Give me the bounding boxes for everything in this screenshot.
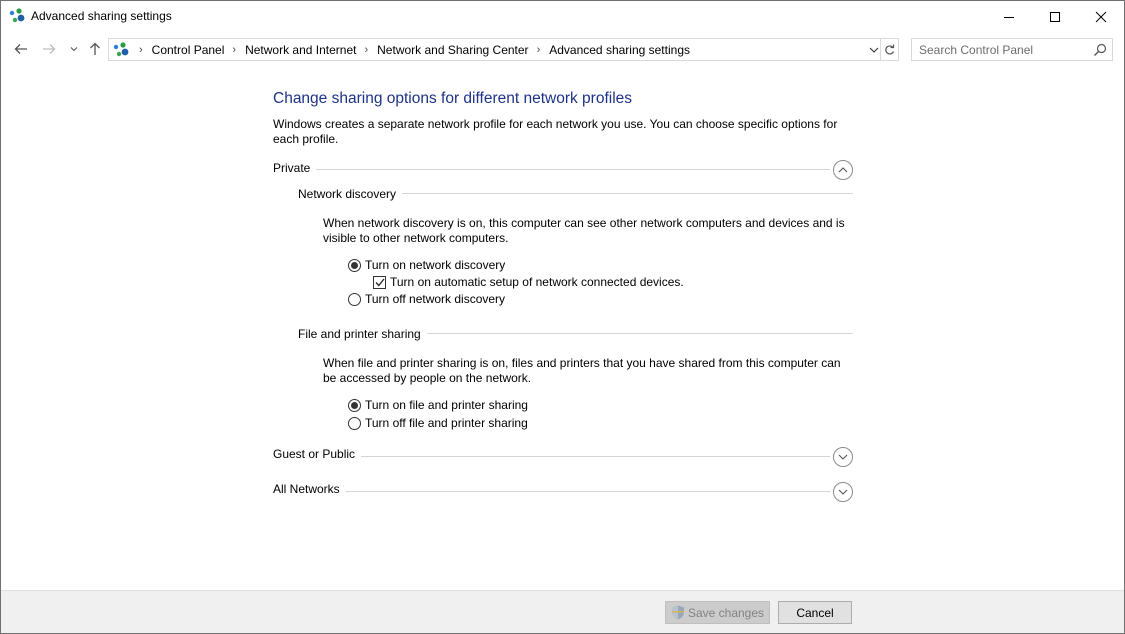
turn-off-file-printer-sharing-radio[interactable]: Turn off file and printer sharing	[348, 415, 528, 431]
breadcrumb-separator[interactable]: ›	[232, 44, 236, 56]
minimize-button[interactable]	[986, 1, 1032, 32]
turn-on-network-discovery-label[interactable]: Turn on network discovery	[365, 258, 505, 272]
uac-shield-icon	[671, 605, 684, 620]
network-sharing-icon	[113, 42, 129, 57]
breadcrumb-separator[interactable]: ›	[537, 44, 541, 56]
checkbox-checked[interactable]	[373, 275, 386, 289]
private-profile-label[interactable]: Private	[273, 161, 317, 175]
save-changes-button[interactable]: Save changes	[665, 601, 770, 624]
minimize-icon	[1004, 16, 1014, 18]
radio-button-selected[interactable]	[348, 398, 361, 412]
address-dropdown-button[interactable]	[866, 39, 882, 60]
radio-button-selected[interactable]	[348, 258, 361, 272]
forward-button[interactable]	[39, 38, 59, 60]
breadcrumb-control-panel[interactable]: Control Panel	[152, 43, 225, 57]
forward-arrow-icon	[43, 44, 56, 54]
turn-on-file-printer-sharing-radio[interactable]: Turn on file and printer sharing	[348, 397, 528, 413]
window: Advanced sharing settings › Control Pane…	[0, 0, 1125, 634]
breadcrumb: › Control Panel › Network and Internet ›…	[131, 39, 690, 60]
turn-off-network-discovery-radio[interactable]: Turn off network discovery	[348, 291, 505, 307]
chevron-up-icon	[838, 167, 848, 173]
breadcrumb-separator[interactable]: ›	[139, 44, 143, 56]
chevron-down-icon	[838, 454, 848, 460]
address-bar[interactable]: › Control Panel › Network and Internet ›…	[108, 38, 881, 61]
close-icon	[1095, 11, 1107, 22]
up-button[interactable]	[85, 38, 105, 60]
back-button[interactable]	[11, 38, 31, 60]
divider	[273, 491, 830, 492]
search-box[interactable]	[911, 38, 1113, 61]
breadcrumb-advanced-sharing-settings[interactable]: Advanced sharing settings	[549, 43, 690, 57]
turn-off-network-discovery-label[interactable]: Turn off network discovery	[365, 292, 505, 306]
file-printer-sharing-label: File and printer sharing	[298, 327, 427, 341]
network-discovery-label: Network discovery	[298, 187, 403, 201]
all-networks-profile-header[interactable]: All Networks	[273, 479, 346, 499]
radio-button-unselected[interactable]	[348, 292, 361, 306]
close-button[interactable]	[1078, 1, 1124, 32]
cancel-label[interactable]: Cancel	[796, 606, 833, 620]
breadcrumb-network-and-internet[interactable]: Network and Internet	[245, 43, 356, 57]
maximize-button[interactable]	[1032, 1, 1078, 32]
title-bar: Advanced sharing settings	[1, 1, 1124, 32]
collapse-private-button[interactable]	[833, 160, 853, 180]
page-title: Change sharing options for different net…	[273, 90, 633, 107]
guest-public-profile-label[interactable]: Guest or Public	[273, 447, 362, 461]
search-input[interactable]	[912, 39, 1090, 60]
automatic-setup-label[interactable]: Turn on automatic setup of network conne…	[390, 275, 684, 289]
turn-on-network-discovery-radio[interactable]: Turn on network discovery	[348, 257, 505, 273]
chevron-down-icon	[70, 47, 78, 52]
refresh-icon	[885, 44, 895, 55]
back-arrow-icon	[14, 44, 27, 54]
save-changes-label[interactable]: Save changes	[688, 606, 764, 620]
cancel-button[interactable]: Cancel	[778, 601, 852, 624]
chevron-down-icon	[838, 489, 848, 495]
private-profile-header[interactable]: Private	[273, 158, 317, 178]
search-icon[interactable]	[1093, 43, 1107, 57]
radio-button-unselected[interactable]	[348, 416, 361, 430]
network-discovery-header: Network discovery	[298, 184, 403, 204]
maximize-icon	[1050, 11, 1060, 22]
divider	[273, 169, 830, 170]
window-title: Advanced sharing settings	[31, 9, 172, 23]
turn-off-file-printer-sharing-label[interactable]: Turn off file and printer sharing	[365, 416, 528, 430]
chevron-down-icon	[869, 47, 879, 53]
guest-public-profile-header[interactable]: Guest or Public	[273, 444, 362, 464]
network-sharing-icon	[9, 8, 25, 23]
breadcrumb-network-and-sharing-center[interactable]: Network and Sharing Center	[377, 43, 528, 57]
up-arrow-icon	[90, 42, 100, 55]
turn-on-file-printer-sharing-label[interactable]: Turn on file and printer sharing	[365, 398, 528, 412]
checkmark-icon	[375, 278, 385, 286]
navigation-bar: › Control Panel › Network and Internet ›…	[1, 32, 1124, 66]
file-printer-sharing-description: When file and printer sharing is on, fil…	[323, 356, 841, 385]
expand-guest-public-button[interactable]	[833, 447, 853, 467]
network-discovery-description: When network discovery is on, this compu…	[323, 216, 845, 245]
breadcrumb-separator[interactable]: ›	[364, 44, 368, 56]
intro-text: Windows creates a separate network profi…	[273, 117, 838, 146]
file-printer-sharing-header: File and printer sharing	[298, 324, 427, 344]
expand-all-networks-button[interactable]	[833, 482, 853, 502]
recent-locations-button[interactable]	[67, 38, 81, 60]
all-networks-profile-label[interactable]: All Networks	[273, 482, 346, 496]
automatic-setup-checkbox[interactable]: Turn on automatic setup of network conne…	[373, 274, 684, 290]
main-content: Change sharing options for different net…	[1, 66, 1124, 590]
refresh-button[interactable]	[881, 38, 899, 61]
footer-bar: Save changes Cancel	[1, 590, 1124, 633]
